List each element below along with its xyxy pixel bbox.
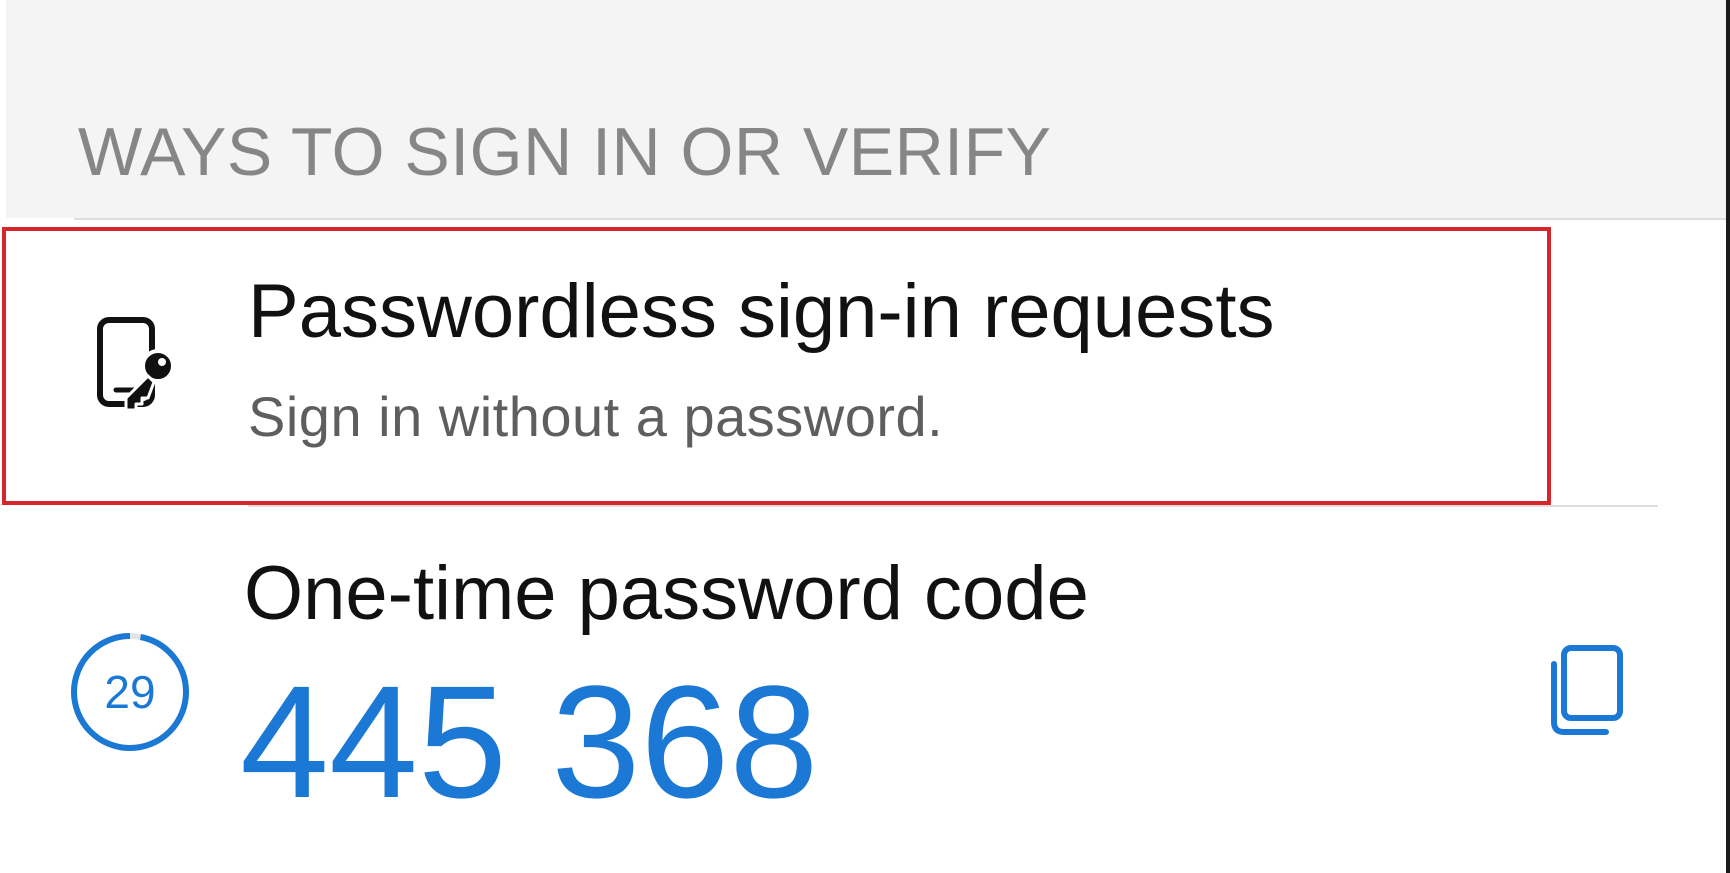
row-divider [248, 505, 1658, 507]
section-header: WAYS TO SIGN IN OR VERIFY [78, 114, 1052, 190]
screen-edge [1726, 0, 1730, 873]
header-divider [74, 218, 1730, 220]
otp-code[interactable]: 445 368 [240, 662, 818, 822]
copy-icon[interactable] [1544, 642, 1628, 740]
otp-title: One-time password code [244, 551, 1089, 636]
authenticator-screen: WAYS TO SIGN IN OR VERIFY Passwordless s… [0, 0, 1730, 873]
countdown-seconds: 29 [104, 666, 156, 718]
highlight-outline [2, 227, 1551, 505]
